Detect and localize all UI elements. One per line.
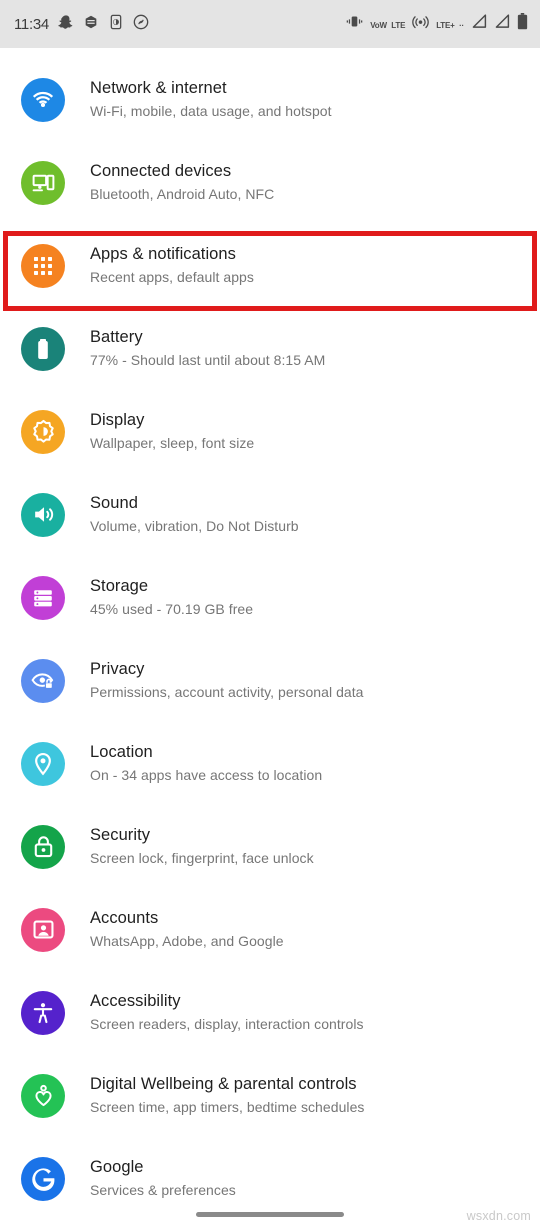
battery-icon [21,326,65,371]
settings-row-title: Sound [90,494,138,512]
settings-row-text: Connected devices Bluetooth, Android Aut… [90,161,274,204]
signal-bars-sim1-icon [471,14,487,34]
signal-bars-sim2-icon [494,14,510,34]
location-pin-icon [21,741,65,786]
settings-row-subtitle: Screen lock, fingerprint, face unlock [90,850,314,866]
settings-row-title: Accessibility [90,992,181,1010]
brightness-icon [21,409,65,454]
settings-row-location[interactable]: Location On - 34 apps have access to loc… [0,722,540,805]
battery-icon [517,13,528,35]
settings-row-text: Accounts WhatsApp, Adobe, and Google [90,908,284,951]
settings-row-battery[interactable]: Battery 77% - Should last until about 8:… [0,307,540,390]
settings-row-subtitle: 77% - Should last until about 8:15 AM [90,352,326,368]
lock-icon [21,824,65,869]
status-bar-left-group: 11:34 [14,14,149,35]
settings-row-text: Accessibility Screen readers, display, i… [90,991,364,1034]
apps-grid-icon [21,243,65,288]
settings-row-title: Privacy [90,660,145,678]
settings-row-subtitle: Recent apps, default apps [90,269,254,285]
settings-row-text: Display Wallpaper, sleep, font size [90,410,254,453]
settings-row-text: Location On - 34 apps have access to loc… [90,742,322,785]
settings-row-subtitle: Wallpaper, sleep, font size [90,435,255,451]
vibrate-icon [346,14,363,34]
settings-row-title: Digital Wellbeing & parental controls [90,1075,357,1093]
hexagon-app-icon [83,14,99,35]
settings-row-privacy[interactable]: Privacy Permissions, account activity, p… [0,639,540,722]
shazam-icon [133,14,149,35]
settings-row-title: Accounts [90,909,159,927]
settings-row-title: Storage [90,577,149,595]
settings-row-text: Privacy Permissions, account activity, p… [90,659,364,702]
settings-row-network-internet[interactable]: Network & internet Wi-Fi, mobile, data u… [0,58,540,141]
settings-row-title: Security [90,826,151,844]
settings-row-subtitle: Wi-Fi, mobile, data usage, and hotspot [90,103,332,119]
settings-row-security[interactable]: Security Screen lock, fingerprint, face … [0,805,540,888]
wifi-icon [21,77,65,122]
lte-plus-icon: LTE+ ·· [436,21,464,30]
settings-row-title: Connected devices [90,162,232,180]
google-g-icon [21,1156,65,1201]
volte-icon: VoW LTE [370,21,406,30]
settings-row-text: Google Services & preferences [90,1157,236,1200]
accessibility-icon [21,990,65,1035]
settings-row-subtitle: Bluetooth, Android Auto, NFC [90,186,275,202]
settings-row-accounts[interactable]: Accounts WhatsApp, Adobe, and Google [0,888,540,971]
settings-row-title: Network & internet [90,79,227,97]
settings-row-text: Network & internet Wi-Fi, mobile, data u… [90,78,332,121]
watermark: wsxdn.com [466,1209,531,1223]
settings-row-subtitle: Screen time, app timers, bedtime schedul… [90,1099,365,1115]
settings-row-text: Battery 77% - Should last until about 8:… [90,327,325,370]
settings-row-subtitle: Services & preferences [90,1182,236,1198]
storage-icon [21,575,65,620]
hotspot-icon [412,14,430,34]
settings-row-text: Apps & notifications Recent apps, defaul… [90,244,254,287]
settings-row-subtitle: Screen readers, display, interaction con… [90,1016,364,1032]
status-bar-right-group: VoW LTE LTE+ ·· [346,13,528,35]
settings-row-title: Battery [90,328,143,346]
settings-list: Network & internet Wi-Fi, mobile, data u… [0,48,540,1220]
wellbeing-heart-icon [21,1073,65,1118]
settings-row-title: Display [90,411,145,429]
gesture-nav-pill[interactable] [196,1212,344,1217]
settings-row-subtitle: WhatsApp, Adobe, and Google [90,933,284,949]
settings-row-subtitle: Permissions, account activity, personal … [90,684,364,700]
sound-icon [21,492,65,537]
connected-devices-icon [21,160,65,205]
settings-row-title: Apps & notifications [90,245,236,263]
settings-row-title: Google [90,1158,144,1176]
settings-row-digital-wellbeing[interactable]: Digital Wellbeing & parental controls Sc… [0,1054,540,1137]
settings-row-sound[interactable]: Sound Volume, vibration, Do Not Disturb [0,473,540,556]
settings-row-text: Security Screen lock, fingerprint, face … [90,825,314,868]
status-bar-clock: 11:34 [14,15,49,33]
account-badge-icon [21,907,65,952]
settings-row-text: Digital Wellbeing & parental controls Sc… [90,1074,364,1117]
settings-row-text: Sound Volume, vibration, Do Not Disturb [90,493,299,536]
settings-row-storage[interactable]: Storage 45% used - 70.19 GB free [0,556,540,639]
settings-row-google[interactable]: Google Services & preferences [0,1137,540,1220]
settings-row-subtitle: Volume, vibration, Do Not Disturb [90,518,299,534]
privacy-eye-lock-icon [21,658,65,703]
settings-row-title: Location [90,743,153,761]
settings-row-connected-devices[interactable]: Connected devices Bluetooth, Android Aut… [0,141,540,224]
settings-row-subtitle: 45% used - 70.19 GB free [90,601,254,617]
phone-app-icon [108,14,124,35]
settings-row-accessibility[interactable]: Accessibility Screen readers, display, i… [0,971,540,1054]
settings-row-text: Storage 45% used - 70.19 GB free [90,576,253,619]
settings-row-subtitle: On - 34 apps have access to location [90,767,323,783]
settings-row-display[interactable]: Display Wallpaper, sleep, font size [0,390,540,473]
status-bar: 11:34 VoW LTE LTE+ ·· [0,0,540,48]
snapchat-icon [58,14,74,35]
settings-row-apps-notifications[interactable]: Apps & notifications Recent apps, defaul… [0,224,540,307]
